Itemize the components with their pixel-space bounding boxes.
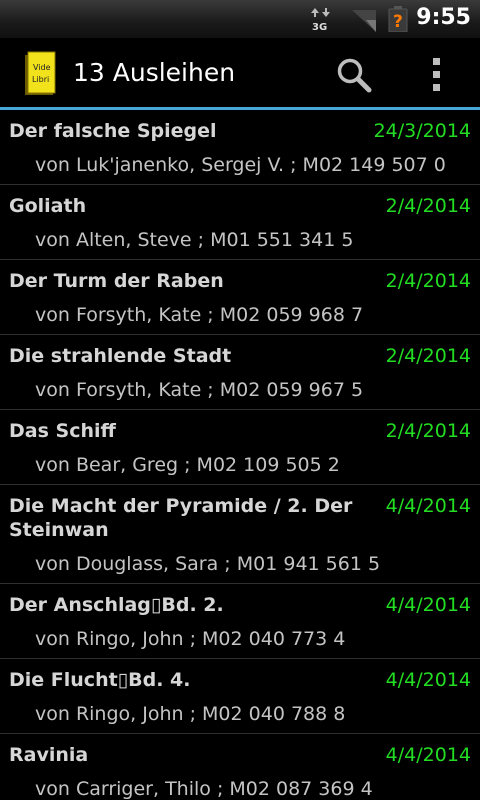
due-date: 2/4/2014 <box>385 195 471 217</box>
list-item[interactable]: Der Turm der Raben 2/4/2014 von Forsyth,… <box>0 260 480 335</box>
item-details: von Bear, Greg ; M02 109 505 2 <box>35 454 340 476</box>
item-details: von Ringo, John ; M02 040 773 4 <box>35 628 346 650</box>
overflow-menu-icon[interactable] <box>426 56 448 92</box>
app-icon-label: Vide <box>33 63 51 72</box>
loans-list[interactable]: Der falsche Spiegel 24/3/2014 von Luk'ja… <box>0 110 480 800</box>
item-details: von Alten, Steve ; M01 551 341 5 <box>35 229 354 251</box>
list-item[interactable]: Der falsche Spiegel 24/3/2014 von Luk'ja… <box>0 110 480 185</box>
svg-text:?: ? <box>393 12 403 32</box>
svg-text:Libri: Libri <box>32 75 49 84</box>
list-item[interactable]: Goliath 2/4/2014 von Alten, Steve ; M01 … <box>0 185 480 260</box>
list-item[interactable]: Der Anschlag▯Bd. 2. 4/4/2014 von Ringo, … <box>0 584 480 659</box>
app-book-icon[interactable]: Vide Libri <box>23 51 57 97</box>
item-title: Der Anschlag▯Bd. 2. <box>9 594 224 616</box>
due-date: 4/4/2014 <box>385 594 471 616</box>
status-clock: 9:55 <box>416 5 471 30</box>
item-title: Die Macht der Pyramide / 2. Der Steinwan <box>9 495 353 541</box>
list-item[interactable]: Die strahlende Stadt 2/4/2014 von Forsyt… <box>0 335 480 410</box>
due-date: 4/4/2014 <box>385 669 471 691</box>
mobile-data-3g-icon: 3G <box>311 8 330 32</box>
due-date: 24/3/2014 <box>373 120 471 142</box>
item-details: von Ringo, John ; M02 040 788 8 <box>35 703 346 725</box>
battery-unknown-icon: ? <box>388 6 408 32</box>
list-item[interactable]: Das Schiff 2/4/2014 von Bear, Greg ; M02… <box>0 410 480 485</box>
list-item[interactable]: Die Macht der Pyramide / 2. Der Steinwan… <box>0 485 480 584</box>
due-date: 2/4/2014 <box>385 345 471 367</box>
signal-strength-icon <box>352 10 376 32</box>
due-date: 2/4/2014 <box>385 420 471 442</box>
item-details: von Luk'janenko, Sergej V. ; M02 149 507… <box>35 154 446 176</box>
item-details: von Forsyth, Kate ; M02 059 968 7 <box>35 304 364 326</box>
item-title: Der falsche Spiegel <box>9 120 217 142</box>
action-bar: Vide Libri 13 Ausleihen <box>0 38 480 107</box>
due-date: 4/4/2014 <box>385 744 471 766</box>
page-title: 13 Ausleihen <box>73 58 236 87</box>
item-details: von Douglass, Sara ; M01 941 561 5 <box>35 553 381 575</box>
search-icon[interactable] <box>335 56 373 94</box>
due-date: 4/4/2014 <box>385 495 471 517</box>
item-title: Der Turm der Raben <box>9 270 224 292</box>
status-bar: 3G ? 9:55 <box>0 0 480 38</box>
item-title: Das Schiff <box>9 420 116 442</box>
item-title: Ravinia <box>9 744 89 766</box>
list-item[interactable]: Die Flucht▯Bd. 4. 4/4/2014 von Ringo, Jo… <box>0 659 480 734</box>
due-date: 2/4/2014 <box>385 270 471 292</box>
list-item[interactable]: Ravinia 4/4/2014 von Carriger, Thilo ; M… <box>0 734 480 800</box>
item-title: Die strahlende Stadt <box>9 345 232 367</box>
network-type-label: 3G <box>312 22 327 32</box>
item-details: von Carriger, Thilo ; M02 087 369 4 <box>35 778 373 800</box>
item-title: Die Flucht▯Bd. 4. <box>9 669 191 691</box>
item-title: Goliath <box>9 195 87 217</box>
item-details: von Forsyth, Kate ; M02 059 967 5 <box>35 379 364 401</box>
